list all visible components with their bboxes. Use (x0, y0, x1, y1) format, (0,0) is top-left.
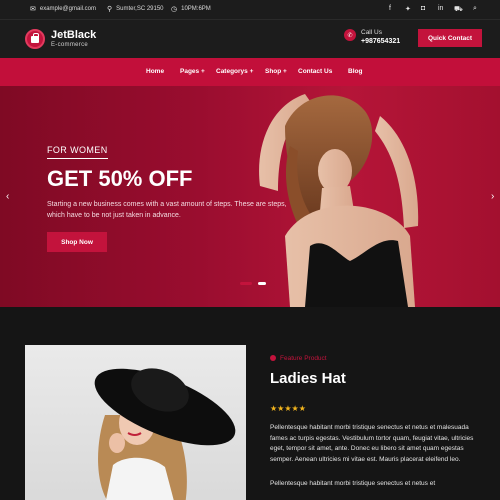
phone-number[interactable]: +987654321 (361, 38, 400, 45)
twitter-icon[interactable]: ✦ (405, 5, 411, 13)
clock-icon: ◷ (171, 6, 178, 13)
ladies-hat-photo (94, 368, 236, 500)
feature-product-image (25, 345, 246, 500)
nav-item-pages[interactable]: Pages + (180, 68, 205, 75)
top-bar: ✉ example@gmail.com ⚲ Sumter,SC 29150 ◷ … (0, 0, 500, 20)
email-text: example@gmail.com (39, 6, 96, 12)
feature-description-2: Pellentesque habitant morbi tristique se… (270, 480, 436, 487)
brand-name[interactable]: JetBlack (51, 29, 96, 41)
logo-badge[interactable] (25, 29, 45, 49)
location-text: Sumter,SC 29150 (116, 6, 164, 12)
feature-title: Ladies Hat (270, 370, 346, 387)
shop-now-button[interactable]: Shop Now (47, 232, 107, 252)
hero-kicker: FOR WOMEN (47, 145, 108, 159)
feature-label: Feature Product (280, 355, 327, 362)
slider-prev-icon[interactable]: ‹ (6, 191, 9, 202)
linkedin-icon[interactable]: in (438, 5, 443, 12)
slider-dot-1[interactable] (240, 282, 252, 285)
nav-item-categorys[interactable]: Categorys + (216, 68, 253, 75)
feature-description: Pellentesque habitant morbi tristique se… (270, 424, 474, 463)
hero-slider: FOR WOMEN GET 50% OFF Starting a new bus… (0, 86, 500, 307)
nav-item-blog[interactable]: Blog (348, 68, 362, 75)
call-label: Call Us (361, 29, 382, 36)
brand-tagline: E-commerce (51, 42, 89, 48)
hours-text: 10PM:6PM (181, 6, 211, 12)
location-item: ⚲ Sumter,SC 29150 (107, 5, 164, 13)
facebook-icon[interactable]: f (389, 5, 391, 12)
hero-title: GET 50% OFF (47, 166, 193, 191)
nav-item-home[interactable]: Home (146, 68, 164, 75)
location-pin-icon: ⚲ (107, 6, 113, 13)
phone-icon: ✆ (344, 29, 356, 41)
main-nav: Home Pages + Categorys + Shop + Contact … (0, 58, 500, 86)
mail-icon: ✉ (30, 6, 36, 13)
nav-item-contact[interactable]: Contact Us (298, 68, 332, 75)
email-item[interactable]: ✉ example@gmail.com (30, 5, 96, 13)
site-header: JetBlack E-commerce ✆ Call Us +987654321… (0, 20, 500, 58)
search-icon[interactable]: ⌕ (473, 5, 477, 13)
hero-description: Starting a new business comes with a vas… (47, 201, 287, 219)
cart-icon[interactable]: ⛟ (454, 5, 463, 14)
slider-next-icon[interactable]: › (491, 191, 494, 202)
rating-stars-icon: ★★★★★ (270, 404, 306, 413)
quick-contact-button[interactable]: Quick Contact (418, 29, 482, 47)
hero-model-image (259, 94, 419, 307)
slider-dot-2[interactable] (258, 282, 266, 285)
feature-bullet-icon (270, 355, 276, 361)
hours-item: ◷ 10PM:6PM (171, 5, 211, 13)
shopping-bag-icon (31, 32, 39, 43)
nav-item-shop[interactable]: Shop + (265, 68, 287, 75)
instagram-icon[interactable]: ◘ (421, 5, 425, 12)
